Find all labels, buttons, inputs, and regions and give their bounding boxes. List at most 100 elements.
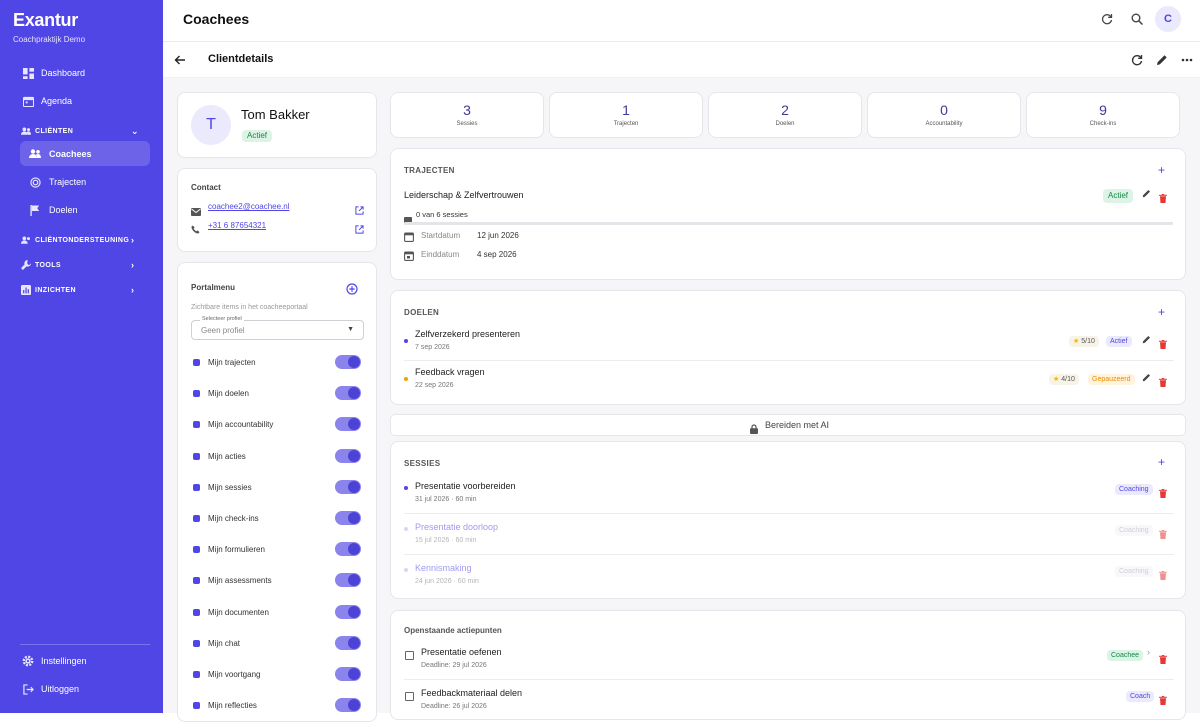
portal-item-toggle[interactable] [335,667,361,681]
search-icon[interactable] [1129,11,1145,27]
sidebar-item-uitloggen[interactable]: Uitloggen [0,682,163,696]
flag-icon [29,204,41,216]
sidebar-item-trajecten[interactable]: Trajecten [0,175,163,189]
edit-icon[interactable] [1142,373,1151,384]
smile-icon [193,515,200,522]
edit-icon[interactable] [1154,52,1170,68]
list-item[interactable]: Presentatie doorloop 15 jul 2026 · 60 mi… [391,520,1187,556]
add-circle-icon[interactable] [346,282,358,300]
portal-item-toggle[interactable] [335,417,361,432]
sessies-card: SESSIES + Presentatie voorbereiden 31 ju… [390,441,1186,599]
add-icon[interactable]: + [1158,305,1165,319]
external-link-icon[interactable] [355,202,364,220]
action-checkbox[interactable] [405,692,414,701]
action-checkbox[interactable] [405,651,414,660]
sidebar-item-label: Agenda [41,96,73,106]
sidebar-section-tools[interactable]: TOOLS › [0,260,163,270]
stat-value: 9 [1099,102,1107,118]
actiepunten-card: Openstaande actiepunten Presentatie oefe… [390,610,1186,720]
sidebar-item-label: Trajecten [49,177,87,187]
edit-icon[interactable] [1142,189,1151,200]
portal-item-toggle[interactable] [335,479,361,494]
stat-value: 3 [463,102,471,118]
calendar-icon [404,248,414,266]
trajecten-title: TRAJECTEN [404,166,455,175]
goal-name: Feedback vragen [415,367,485,377]
divider [404,554,1174,555]
list-item[interactable]: Presentatie voorbereiden 31 jul 2026 · 6… [391,479,1187,515]
portal-item: Mijn trajecten [191,355,366,371]
sidebar-item-coachees[interactable]: Coachees [20,141,150,166]
edit-icon[interactable] [1142,335,1151,346]
portal-item-toggle[interactable] [335,635,361,650]
phone-link[interactable]: +31 6 87654321 [208,221,266,230]
more-icon[interactable] [1179,52,1195,68]
sidebar-section-clienten[interactable]: CLIËNTEN ⌄ [0,126,163,136]
main-content: T Tom Bakker Actief Contact coachee2@coa… [163,78,1200,722]
delete-icon[interactable] [1159,526,1167,539]
contact-card: Contact coachee2@coachee.nl +31 6 876543… [177,168,377,252]
task-icon [193,452,200,460]
arrow-left-icon[interactable] [172,52,188,68]
add-icon[interactable]: + [1158,163,1165,177]
sidebar-section-clientondersteuning[interactable]: CLIËNTONDERSTEUNING › [0,235,163,245]
portal-item-toggle[interactable] [335,448,361,463]
delete-icon[interactable] [1159,190,1167,203]
delete-icon[interactable] [1159,336,1167,349]
stat-label: Sessies [456,121,478,127]
add-icon[interactable]: + [1158,455,1165,469]
portal-item-toggle[interactable] [335,386,361,401]
external-link-icon[interactable] [355,221,364,239]
sidebar-item-doelen[interactable]: Doelen [0,203,163,217]
portal-item-toggle[interactable] [335,573,361,588]
start-date-label: Startdatum [421,231,461,240]
portal-item-toggle[interactable] [335,604,361,619]
chevron-right-icon[interactable]: › [1147,647,1150,657]
refresh-icon[interactable] [1099,11,1115,27]
portal-item-label: Mijn trajecten [208,358,256,367]
portal-item-label: Mijn sessies [208,482,252,492]
portal-item-toggle[interactable] [335,355,361,369]
list-item[interactable]: Feedback vragen 22 sep 2026 ★ 4/10 Gepau… [391,365,1187,399]
portal-item-toggle[interactable] [335,542,361,557]
star-icon: ★ [1073,338,1080,345]
portal-item-label: Mijn voortgang [208,670,261,679]
goal-score: 4/10 [1061,376,1075,383]
delete-icon[interactable] [1159,485,1167,498]
email-link[interactable]: coachee2@coachee.nl [208,202,290,211]
sidebar-item-dashboard[interactable]: Dashboard [0,66,163,80]
dropdown-arrow-icon: ▼ [347,326,354,333]
delete-icon[interactable] [1159,692,1167,705]
calendar-icon [404,229,414,247]
page-title: Coachees [183,11,250,27]
goal-date: 7 sep 2026 [415,344,450,351]
portal-item: Mijn voortgang [191,667,366,683]
traject-progress-bar [404,222,1173,225]
stat-card: 2 Doelen [708,92,862,138]
traject-name[interactable]: Leiderschap & Zelfvertrouwen [404,190,524,200]
brand-logo[interactable]: Exantur [13,10,78,31]
sidebar-item-instellingen[interactable]: Instellingen [0,654,163,668]
session-type-badge: Coaching [1115,484,1153,495]
list-item[interactable]: Kennismaking 24 jun 2026 · 60 min Coachi… [391,561,1187,597]
delete-icon[interactable] [1159,567,1167,580]
stat-value: 1 [622,102,630,118]
refresh-icon[interactable] [1129,52,1145,68]
sidebar-section-inzichten[interactable]: INZICHTEN › [0,285,163,295]
action-name: Presentatie oefenen [421,647,502,657]
end-date: 4 sep 2026 [477,250,517,259]
delete-icon[interactable] [1159,651,1167,664]
session-status-dot [404,568,408,572]
list-item[interactable]: Zelfverzekerd presenteren 7 sep 2026 ★ 5… [391,327,1187,361]
portal-item-toggle[interactable] [335,511,361,525]
delete-icon[interactable] [1159,374,1167,387]
portal-item-toggle[interactable] [335,698,361,713]
dashboard-icon [22,67,34,79]
profile-select[interactable]: Selecteer profiel Geen profiel ▼ [191,316,364,340]
user-avatar[interactable]: C [1155,6,1181,32]
portal-item-label: Mijn check-ins [208,514,259,523]
ai-prepare-button[interactable]: Bereiden met AI [390,414,1186,436]
sidebar-item-agenda[interactable]: Agenda [0,94,163,108]
select-label: Selecteer profiel [200,316,244,322]
mail-icon [191,203,201,221]
